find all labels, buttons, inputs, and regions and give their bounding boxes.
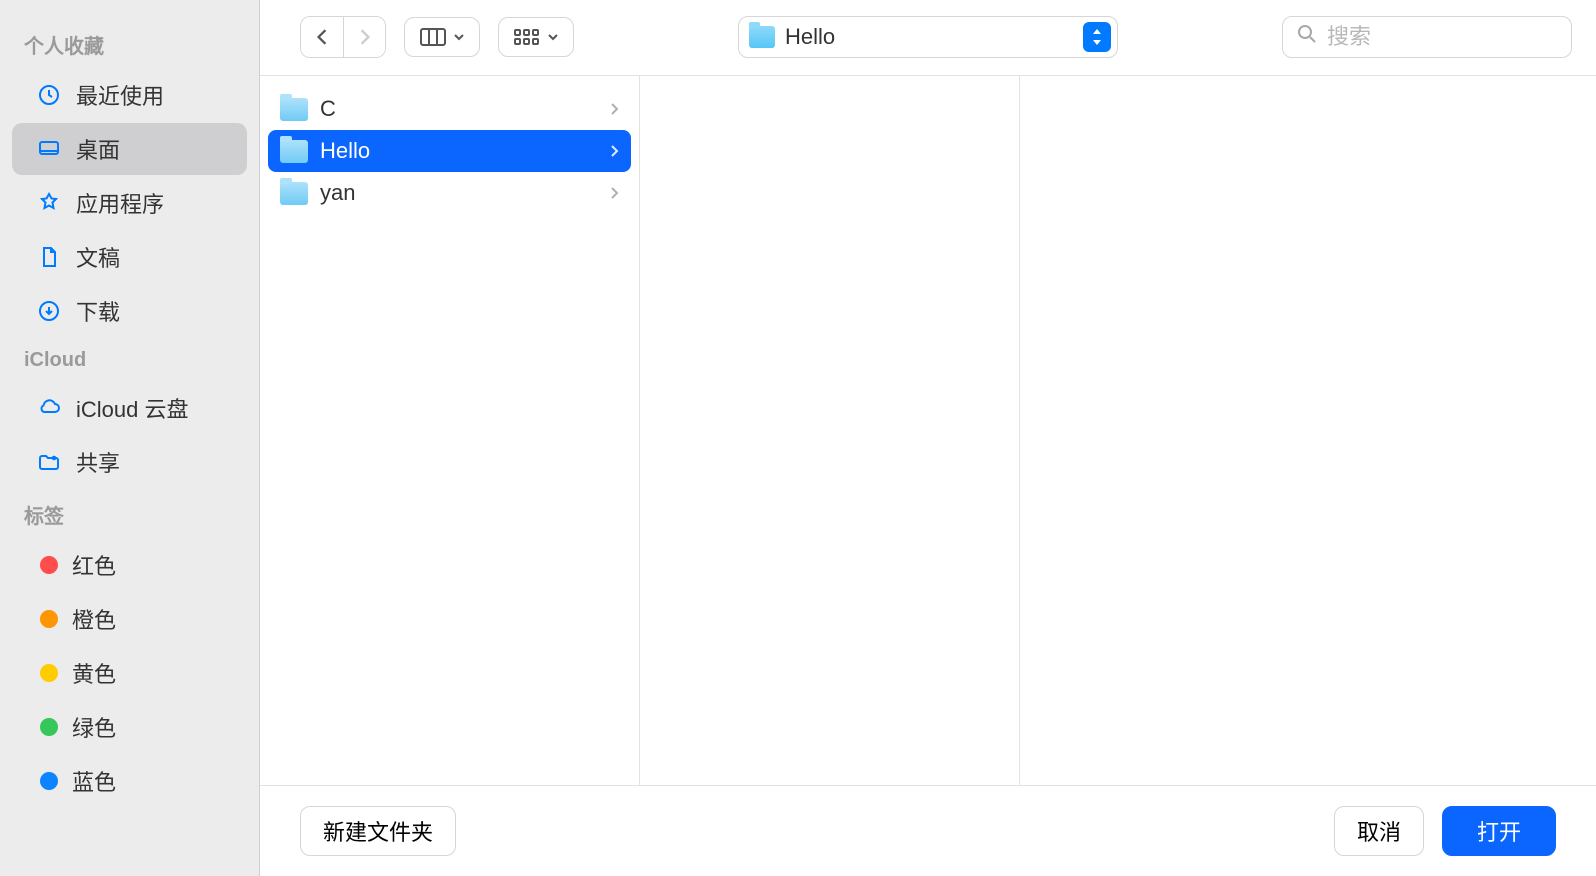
tag-dot-icon — [40, 556, 58, 574]
search-input[interactable] — [1327, 24, 1557, 50]
forward-button[interactable] — [343, 17, 385, 57]
item-name: yan — [320, 180, 355, 206]
tag-dot-icon — [40, 718, 58, 736]
clock-icon — [36, 82, 62, 108]
search-icon — [1297, 24, 1317, 50]
sidebar-item-icloud-drive[interactable]: iCloud 云盘 — [12, 382, 247, 434]
sidebar-item-tag-green[interactable]: 绿色 — [12, 701, 247, 753]
back-button[interactable] — [301, 17, 343, 57]
sidebar-item-label: 应用程序 — [76, 187, 164, 219]
chevron-left-icon — [315, 29, 329, 45]
path-popup[interactable]: Hello — [738, 16, 1118, 58]
list-item[interactable]: Hello — [268, 130, 631, 172]
sidebar-item-desktop[interactable]: 桌面 — [12, 123, 247, 175]
folder-icon — [749, 26, 775, 48]
sidebar-item-downloads[interactable]: 下载 — [12, 285, 247, 337]
main-pane: Hello C Hello — [260, 0, 1596, 876]
chevron-right-icon — [609, 180, 619, 206]
list-item[interactable]: yan — [268, 172, 631, 214]
sidebar-item-label: 下载 — [76, 295, 120, 327]
view-mode-button[interactable] — [404, 17, 480, 57]
section-tags-title: 标签 — [0, 490, 259, 537]
open-button[interactable]: 打开 — [1442, 806, 1556, 856]
chevron-right-icon — [609, 96, 619, 122]
tag-dot-icon — [40, 664, 58, 682]
path-title: Hello — [785, 24, 1073, 50]
sidebar-item-tag-blue[interactable]: 蓝色 — [12, 755, 247, 807]
item-name: C — [320, 96, 336, 122]
chevron-right-icon — [358, 29, 372, 45]
sidebar-item-recents[interactable]: 最近使用 — [12, 69, 247, 121]
sidebar: 个人收藏 最近使用 桌面 应用程序 文稿 下载 iCloud i — [0, 0, 260, 876]
group-icon — [513, 27, 541, 47]
sidebar-item-label: 桌面 — [76, 133, 120, 165]
toolbar: Hello — [260, 0, 1596, 75]
sidebar-item-label: 黄色 — [72, 657, 116, 689]
folder-icon — [280, 140, 308, 163]
column-1 — [640, 76, 1020, 785]
columns-icon — [419, 27, 447, 47]
sidebar-item-label: 蓝色 — [72, 765, 116, 797]
sidebar-item-label: 红色 — [72, 549, 116, 581]
column-view: C Hello yan — [260, 75, 1596, 786]
footer: 新建文件夹 取消 打开 — [260, 786, 1596, 876]
sidebar-item-shared[interactable]: 共享 — [12, 436, 247, 488]
chevron-down-icon — [547, 32, 559, 42]
list-item[interactable]: C — [268, 88, 631, 130]
shared-folder-icon — [36, 449, 62, 475]
cancel-button[interactable]: 取消 — [1334, 806, 1424, 856]
sidebar-item-documents[interactable]: 文稿 — [12, 231, 247, 283]
section-icloud-title: iCloud — [0, 339, 259, 380]
folder-icon — [280, 98, 308, 121]
column-0: C Hello yan — [260, 76, 640, 785]
chevron-right-icon — [609, 138, 619, 164]
tag-dot-icon — [40, 772, 58, 790]
sidebar-item-label: 橙色 — [72, 603, 116, 635]
cloud-icon — [36, 395, 62, 421]
sidebar-item-label: 绿色 — [72, 711, 116, 743]
folder-icon — [280, 182, 308, 205]
column-2 — [1020, 76, 1596, 785]
sidebar-item-applications[interactable]: 应用程序 — [12, 177, 247, 229]
download-icon — [36, 298, 62, 324]
desktop-icon — [36, 136, 62, 162]
chevron-down-icon — [453, 32, 465, 42]
section-favorites-title: 个人收藏 — [0, 20, 259, 67]
sidebar-item-label: 最近使用 — [76, 79, 164, 111]
sidebar-item-tag-red[interactable]: 红色 — [12, 539, 247, 591]
sidebar-item-label: 文稿 — [76, 241, 120, 273]
popup-arrows-icon — [1083, 22, 1111, 52]
tag-dot-icon — [40, 610, 58, 628]
search-field[interactable] — [1282, 16, 1572, 58]
new-folder-button[interactable]: 新建文件夹 — [300, 806, 456, 856]
sidebar-item-label: 共享 — [76, 446, 120, 478]
document-icon — [36, 244, 62, 270]
sidebar-item-tag-yellow[interactable]: 黄色 — [12, 647, 247, 699]
group-button[interactable] — [498, 17, 574, 57]
sidebar-item-tag-orange[interactable]: 橙色 — [12, 593, 247, 645]
sidebar-item-label: iCloud 云盘 — [76, 392, 188, 424]
apps-icon — [36, 190, 62, 216]
nav-group — [300, 16, 386, 58]
item-name: Hello — [320, 138, 370, 164]
